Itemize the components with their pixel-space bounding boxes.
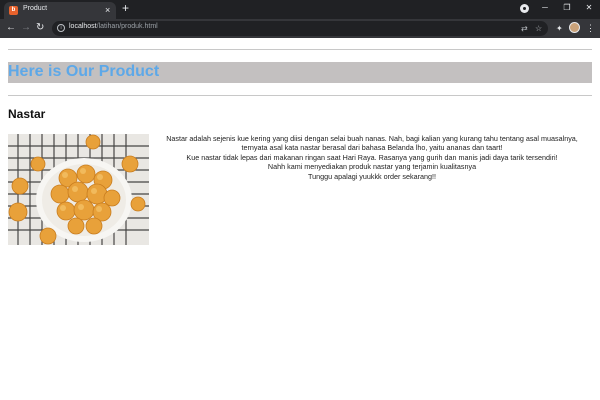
close-window-icon[interactable]: ✕ — [582, 1, 596, 15]
browser-tab-bar: b Product × + ─ ❐ ✕ — [0, 0, 600, 19]
url-path: /latihan/produk.html — [96, 23, 158, 30]
url-host: localhost — [69, 23, 97, 30]
site-info-icon[interactable]: i — [57, 24, 65, 32]
product-image — [8, 134, 149, 245]
description-line: Kue nastar tidak lepas dari makanan ring… — [186, 152, 558, 162]
back-icon[interactable]: ← — [6, 21, 16, 35]
page-banner: Here is Our Product — [8, 62, 592, 83]
reload-icon[interactable]: ↻ — [36, 21, 44, 35]
media-control-icon[interactable] — [520, 4, 529, 13]
description-line: Tunggu apalagi yuukkk order sekarang!! — [308, 171, 436, 181]
address-bar[interactable]: i localhost/latihan/produk.html ⇄ ☆ — [52, 21, 548, 36]
forward-icon[interactable]: → — [21, 21, 31, 35]
divider — [8, 95, 592, 96]
product-description: Nastar adalah sejenis kue kering yang di… — [152, 134, 592, 181]
close-tab-icon[interactable]: × — [105, 4, 110, 16]
new-tab-icon[interactable]: + — [122, 1, 129, 16]
bookmark-star-icon[interactable]: ☆ — [535, 23, 542, 34]
description-line: ternyata asal kata nastar berasal dari b… — [241, 143, 503, 153]
nastar-cookies-illustration — [8, 134, 149, 245]
page-title: Here is Our Product — [8, 63, 160, 80]
description-line: Nastar adalah sejenis kue kering yang di… — [166, 134, 578, 143]
menu-icon[interactable]: ⋮ — [586, 22, 595, 34]
url-text[interactable]: localhost/latihan/produk.html — [69, 23, 158, 30]
product-name: Nastar — [8, 107, 46, 121]
browser-tab[interactable]: b Product × — [4, 2, 116, 19]
divider — [8, 49, 592, 50]
minimize-icon[interactable]: ─ — [538, 1, 552, 15]
extensions-icon[interactable]: ✦ — [556, 23, 563, 34]
restore-icon[interactable]: ❐ — [560, 1, 574, 15]
profile-avatar[interactable] — [569, 22, 580, 33]
browser-toolbar: ← → ↻ i localhost/latihan/produk.html ⇄ … — [0, 19, 600, 38]
tab-title: Product — [23, 5, 48, 12]
description-line: Nahh kami menyediakan produk nastar yang… — [267, 162, 477, 172]
tab-favicon-icon: b — [9, 6, 18, 15]
translate-icon[interactable]: ⇄ — [521, 23, 528, 34]
page-content: Here is Our Product Nastar Nastar adalah… — [0, 38, 600, 400]
